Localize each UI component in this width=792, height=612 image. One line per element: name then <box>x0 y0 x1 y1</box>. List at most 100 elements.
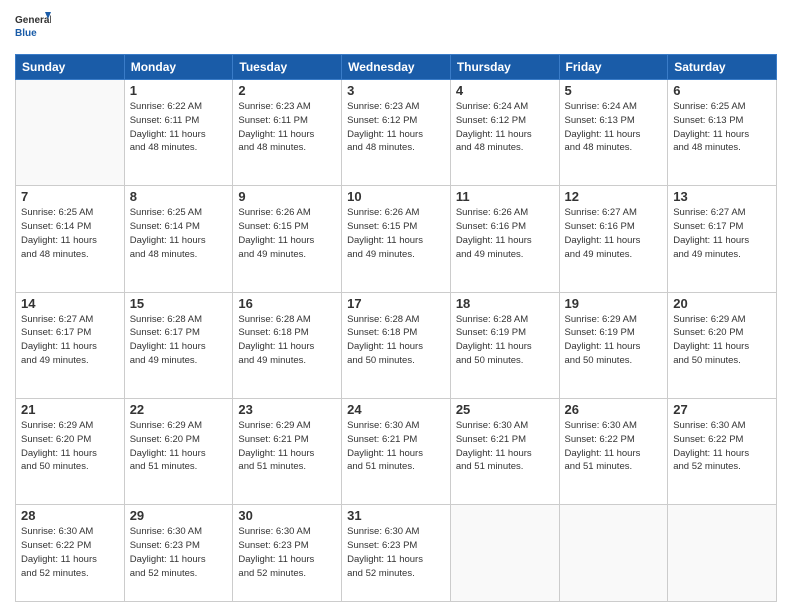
col-header-friday: Friday <box>559 55 668 80</box>
day-number: 30 <box>238 508 336 523</box>
day-cell: 12 Sunrise: 6:27 AMSunset: 6:16 PMDayligh… <box>559 186 668 292</box>
col-header-monday: Monday <box>124 55 233 80</box>
day-info: Sunrise: 6:26 AMSunset: 6:15 PMDaylight:… <box>238 206 336 261</box>
day-number: 9 <box>238 189 336 204</box>
day-info: Sunrise: 6:29 AMSunset: 6:20 PMDaylight:… <box>673 313 771 368</box>
day-number: 19 <box>565 296 663 311</box>
day-number: 18 <box>456 296 554 311</box>
day-number: 31 <box>347 508 445 523</box>
day-number: 7 <box>21 189 119 204</box>
day-number: 24 <box>347 402 445 417</box>
logo: General Blue <box>15 10 51 46</box>
day-cell: 21Sunrise: 6:29 AMSunset: 6:20 PMDayligh… <box>16 398 125 504</box>
day-info: Sunrise: 6:24 AMSunset: 6:12 PMDaylight:… <box>456 100 554 155</box>
day-number: 4 <box>456 83 554 98</box>
day-cell: 2Sunrise: 6:23 AMSunset: 6:11 PMDaylight… <box>233 80 342 186</box>
day-info: Sunrise: 6:30 AMSunset: 6:22 PMDaylight:… <box>673 419 771 474</box>
col-header-wednesday: Wednesday <box>342 55 451 80</box>
day-number: 6 <box>673 83 771 98</box>
week-row-0: 1 Sunrise: 6:22 AMSunset: 6:11 PMDaylight… <box>16 80 777 186</box>
day-info: Sunrise: 6:29 AMSunset: 6:20 PMDaylight:… <box>130 419 228 474</box>
page: General Blue SundayMondayTuesdayWednesda… <box>0 0 792 612</box>
day-number: 27 <box>673 402 771 417</box>
day-info: Sunrise: 6:28 AMSunset: 6:17 PMDaylight:… <box>130 313 228 368</box>
day-number: 12 <box>565 189 663 204</box>
calendar-body: 1 Sunrise: 6:22 AMSunset: 6:11 PMDaylight… <box>16 80 777 602</box>
day-cell: 18 Sunrise: 6:28 AMSunset: 6:19 PMDayligh… <box>450 292 559 398</box>
day-info: Sunrise: 6:24 AMSunset: 6:13 PMDaylight:… <box>565 100 663 155</box>
day-info: Sunrise: 6:26 AMSunset: 6:15 PMDaylight:… <box>347 206 445 261</box>
day-cell: 9 Sunrise: 6:26 AMSunset: 6:15 PMDaylight… <box>233 186 342 292</box>
svg-text:General: General <box>15 15 51 26</box>
day-number: 3 <box>347 83 445 98</box>
day-number: 20 <box>673 296 771 311</box>
day-cell: 8Sunrise: 6:25 AMSunset: 6:14 PMDaylight… <box>124 186 233 292</box>
day-info: Sunrise: 6:29 AMSunset: 6:19 PMDaylight:… <box>565 313 663 368</box>
day-cell: 14Sunrise: 6:27 AMSunset: 6:17 PMDayligh… <box>16 292 125 398</box>
day-cell: 5 Sunrise: 6:24 AMSunset: 6:13 PMDaylight… <box>559 80 668 186</box>
day-number: 10 <box>347 189 445 204</box>
day-info: Sunrise: 6:30 AMSunset: 6:21 PMDaylight:… <box>347 419 445 474</box>
day-info: Sunrise: 6:28 AMSunset: 6:19 PMDaylight:… <box>456 313 554 368</box>
day-number: 29 <box>130 508 228 523</box>
week-row-2: 14Sunrise: 6:27 AMSunset: 6:17 PMDayligh… <box>16 292 777 398</box>
day-number: 1 <box>130 83 228 98</box>
day-number: 13 <box>673 189 771 204</box>
day-cell: 25Sunrise: 6:30 AMSunset: 6:21 PMDayligh… <box>450 398 559 504</box>
day-cell: 6 Sunrise: 6:25 AMSunset: 6:13 PMDaylight… <box>668 80 777 186</box>
logo-svg: General Blue <box>15 10 51 46</box>
day-info: Sunrise: 6:30 AMSunset: 6:23 PMDaylight:… <box>238 525 336 580</box>
day-info: Sunrise: 6:30 AMSunset: 6:23 PMDaylight:… <box>347 525 445 580</box>
col-header-thursday: Thursday <box>450 55 559 80</box>
day-cell <box>16 80 125 186</box>
day-cell: 22 Sunrise: 6:29 AMSunset: 6:20 PMDayligh… <box>124 398 233 504</box>
day-cell: 4 Sunrise: 6:24 AMSunset: 6:12 PMDaylight… <box>450 80 559 186</box>
day-info: Sunrise: 6:27 AMSunset: 6:17 PMDaylight:… <box>673 206 771 261</box>
day-cell: 26Sunrise: 6:30 AMSunset: 6:22 PMDayligh… <box>559 398 668 504</box>
day-cell: 17Sunrise: 6:28 AMSunset: 6:18 PMDayligh… <box>342 292 451 398</box>
week-row-1: 7 Sunrise: 6:25 AMSunset: 6:14 PMDaylight… <box>16 186 777 292</box>
day-cell: 7 Sunrise: 6:25 AMSunset: 6:14 PMDaylight… <box>16 186 125 292</box>
day-number: 16 <box>238 296 336 311</box>
week-row-4: 28 Sunrise: 6:30 AMSunset: 6:22 PMDayligh… <box>16 505 777 602</box>
day-info: Sunrise: 6:22 AMSunset: 6:11 PMDaylight:… <box>130 100 228 155</box>
day-cell: 16 Sunrise: 6:28 AMSunset: 6:18 PMDayligh… <box>233 292 342 398</box>
day-cell: 24 Sunrise: 6:30 AMSunset: 6:21 PMDayligh… <box>342 398 451 504</box>
day-info: Sunrise: 6:25 AMSunset: 6:13 PMDaylight:… <box>673 100 771 155</box>
day-cell <box>559 505 668 602</box>
day-info: Sunrise: 6:30 AMSunset: 6:22 PMDaylight:… <box>21 525 119 580</box>
svg-text:Blue: Blue <box>15 28 37 39</box>
day-cell: 1 Sunrise: 6:22 AMSunset: 6:11 PMDaylight… <box>124 80 233 186</box>
day-info: Sunrise: 6:23 AMSunset: 6:11 PMDaylight:… <box>238 100 336 155</box>
day-cell: 13 Sunrise: 6:27 AMSunset: 6:17 PMDayligh… <box>668 186 777 292</box>
col-header-sunday: Sunday <box>16 55 125 80</box>
col-header-saturday: Saturday <box>668 55 777 80</box>
day-cell: 10 Sunrise: 6:26 AMSunset: 6:15 PMDayligh… <box>342 186 451 292</box>
day-info: Sunrise: 6:28 AMSunset: 6:18 PMDaylight:… <box>238 313 336 368</box>
day-info: Sunrise: 6:23 AMSunset: 6:12 PMDaylight:… <box>347 100 445 155</box>
day-number: 22 <box>130 402 228 417</box>
day-number: 28 <box>21 508 119 523</box>
day-number: 25 <box>456 402 554 417</box>
day-number: 11 <box>456 189 554 204</box>
day-cell <box>668 505 777 602</box>
day-info: Sunrise: 6:25 AMSunset: 6:14 PMDaylight:… <box>21 206 119 261</box>
day-info: Sunrise: 6:29 AMSunset: 6:20 PMDaylight:… <box>21 419 119 474</box>
day-cell: 28 Sunrise: 6:30 AMSunset: 6:22 PMDayligh… <box>16 505 125 602</box>
col-header-tuesday: Tuesday <box>233 55 342 80</box>
day-cell: 27 Sunrise: 6:30 AMSunset: 6:22 PMDayligh… <box>668 398 777 504</box>
header: General Blue <box>15 10 777 46</box>
day-number: 5 <box>565 83 663 98</box>
day-cell: 11Sunrise: 6:26 AMSunset: 6:16 PMDayligh… <box>450 186 559 292</box>
day-number: 23 <box>238 402 336 417</box>
day-cell: 29 Sunrise: 6:30 AMSunset: 6:23 PMDayligh… <box>124 505 233 602</box>
day-cell: 15 Sunrise: 6:28 AMSunset: 6:17 PMDayligh… <box>124 292 233 398</box>
day-number: 14 <box>21 296 119 311</box>
day-cell: 20 Sunrise: 6:29 AMSunset: 6:20 PMDayligh… <box>668 292 777 398</box>
day-number: 15 <box>130 296 228 311</box>
day-info: Sunrise: 6:28 AMSunset: 6:18 PMDaylight:… <box>347 313 445 368</box>
day-info: Sunrise: 6:30 AMSunset: 6:22 PMDaylight:… <box>565 419 663 474</box>
day-number: 8 <box>130 189 228 204</box>
day-info: Sunrise: 6:30 AMSunset: 6:23 PMDaylight:… <box>130 525 228 580</box>
day-info: Sunrise: 6:27 AMSunset: 6:16 PMDaylight:… <box>565 206 663 261</box>
